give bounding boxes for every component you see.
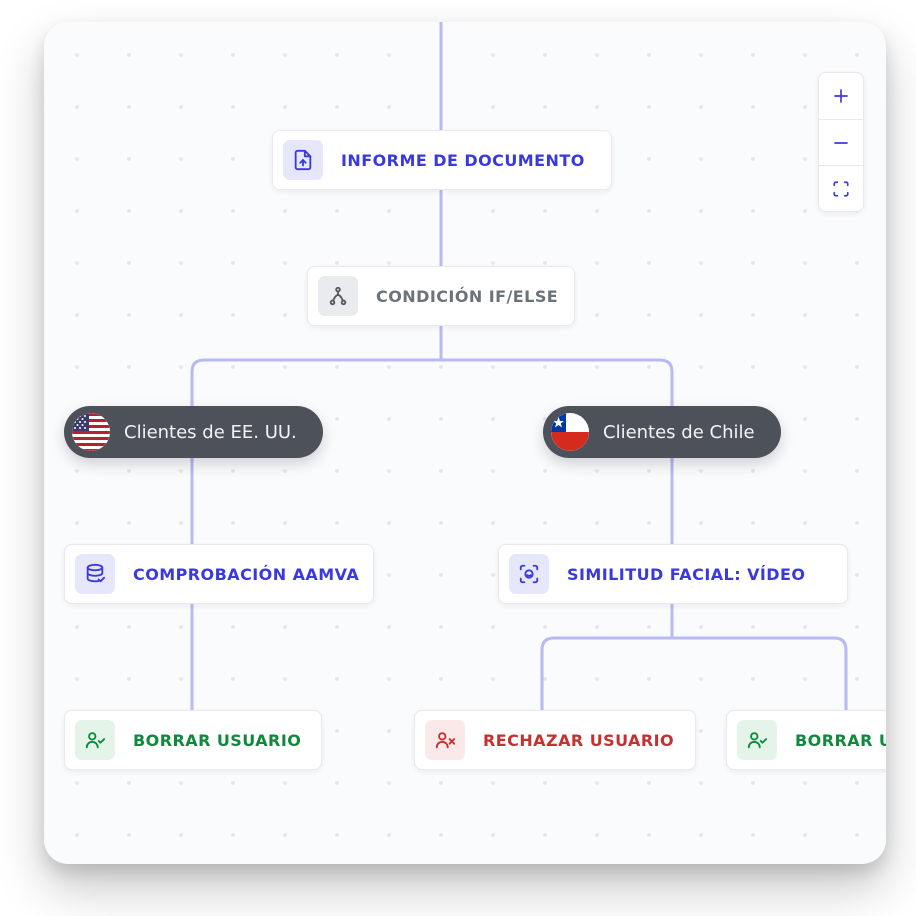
branch-label: Clientes de EE. UU. <box>124 422 297 443</box>
workflow-canvas[interactable]: INFORME DE DOCUMENTO CONDICIÓN IF/ELSE <box>44 22 886 864</box>
maximize-icon <box>832 180 850 198</box>
node-clear-user[interactable]: BORRAR USUARIO <box>64 710 322 770</box>
plus-icon <box>832 87 850 105</box>
node-label: COMPROBACIÓN AAMVA <box>133 565 359 584</box>
zoom-in-button[interactable] <box>819 73 863 119</box>
user-x-icon <box>425 720 465 760</box>
user-check-icon <box>75 720 115 760</box>
minus-icon <box>832 134 850 152</box>
zoom-out-button[interactable] <box>819 119 863 165</box>
document-report-icon <box>283 140 323 180</box>
node-condition[interactable]: CONDICIÓN IF/ELSE <box>307 266 575 326</box>
node-clear-user-2[interactable]: BORRAR USUARIO <box>726 710 886 770</box>
face-scan-icon <box>509 554 549 594</box>
user-check-icon <box>737 720 777 760</box>
branch-icon <box>318 276 358 316</box>
node-label: BORRAR USUARIO <box>133 731 301 750</box>
node-label: RECHAZAR USUARIO <box>483 731 674 750</box>
node-document-report[interactable]: INFORME DE DOCUMENTO <box>272 130 612 190</box>
node-label: CONDICIÓN IF/ELSE <box>376 287 558 306</box>
flag-chile-icon <box>551 413 589 451</box>
zoom-fit-button[interactable] <box>819 165 863 211</box>
node-facial-similarity[interactable]: SIMILITUD FACIAL: VÍDEO <box>498 544 848 604</box>
database-icon <box>75 554 115 594</box>
node-label: SIMILITUD FACIAL: VÍDEO <box>567 565 805 584</box>
branch-pill-us[interactable]: Clientes de EE. UU. <box>64 406 323 458</box>
branch-label: Clientes de Chile <box>603 422 755 443</box>
node-reject-user[interactable]: RECHAZAR USUARIO <box>414 710 696 770</box>
node-label: BORRAR USUARIO <box>795 731 886 750</box>
node-label: INFORME DE DOCUMENTO <box>341 151 585 170</box>
branch-pill-chile[interactable]: Clientes de Chile <box>543 406 781 458</box>
flag-us-icon <box>72 413 110 451</box>
node-aamva-check[interactable]: COMPROBACIÓN AAMVA <box>64 544 374 604</box>
zoom-controls <box>818 72 864 212</box>
